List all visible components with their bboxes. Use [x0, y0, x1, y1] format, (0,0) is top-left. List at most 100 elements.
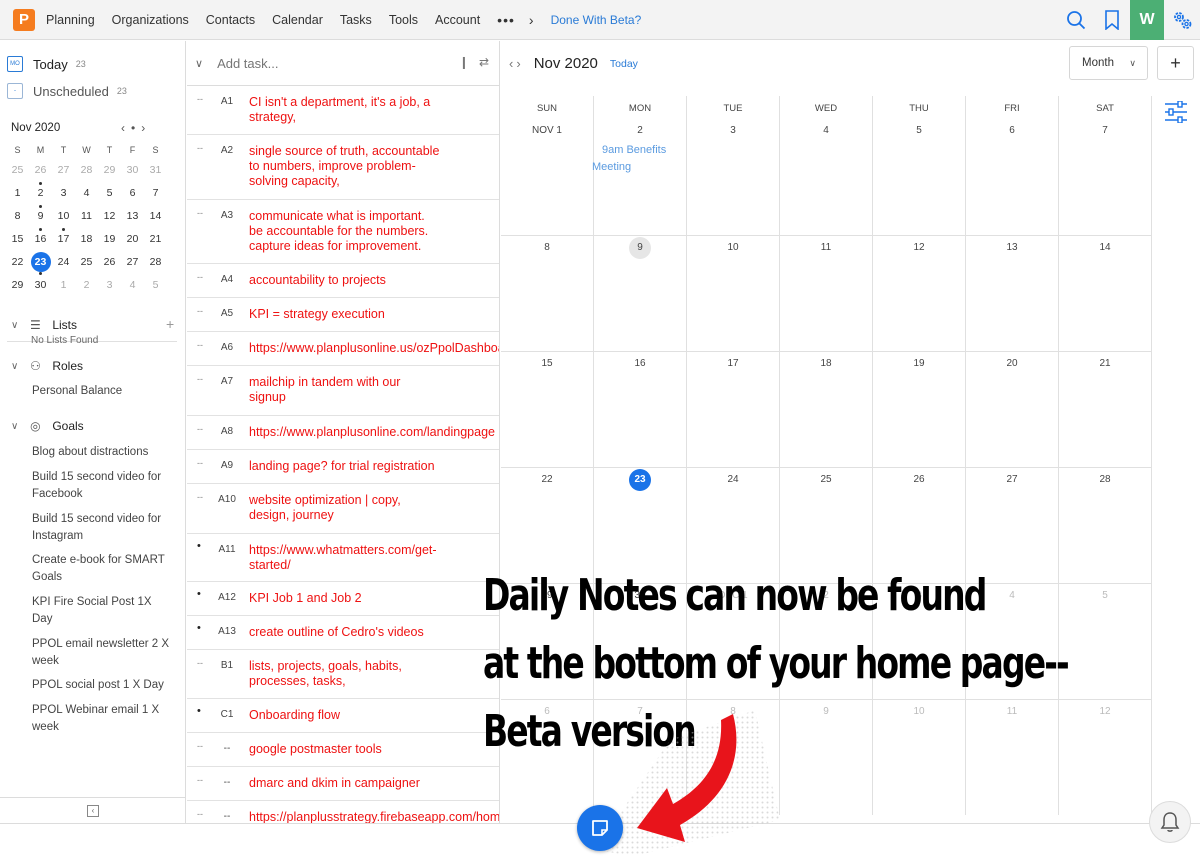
calendar-day[interactable]: 19 [873, 352, 966, 467]
chevron-right-icon[interactable]: › [529, 12, 534, 28]
sidebar-today[interactable]: MO Today 23 [7, 56, 86, 72]
mini-day[interactable]: 18 [75, 233, 98, 245]
calendar-day[interactable]: 2 9am Benefits Meeting [592, 118, 687, 235]
task-text[interactable]: create outline of Cedro's videos [249, 625, 499, 640]
task-row[interactable]: -- A6 https://www.planplusonline.us/ozPp… [187, 332, 499, 366]
calendar-day[interactable]: 18 [780, 352, 873, 467]
task-text[interactable]: CI isn't a department, it's a job, a str… [249, 95, 499, 125]
mini-day[interactable]: 16 [29, 227, 52, 245]
task-status[interactable]: • [197, 622, 205, 634]
calendar-day[interactable]: 17 [687, 352, 780, 467]
task-status[interactable]: • [197, 588, 205, 600]
mini-day-selected[interactable]: 23 [29, 251, 52, 275]
mini-day[interactable]: 27 [121, 256, 144, 268]
task-text[interactable]: https://planplusstrategy.firebaseapp.com… [249, 810, 499, 823]
task-status[interactable]: -- [197, 492, 205, 502]
mini-day[interactable]: 25 [75, 256, 98, 268]
mini-day[interactable]: 19 [98, 233, 121, 245]
mini-day[interactable]: 30 [121, 164, 144, 176]
mini-day[interactable]: 1 [52, 279, 75, 291]
role-item[interactable]: Personal Balance [32, 383, 172, 400]
chevron-down-icon[interactable]: ∨ [195, 57, 203, 70]
calendar-day[interactable]: NOV 1 [501, 118, 594, 235]
goal-item[interactable]: Blog about distractions [32, 444, 172, 461]
app-logo[interactable]: P [13, 8, 35, 31]
chevron-down-icon[interactable]: ∨ [11, 320, 18, 331]
mini-day[interactable]: 15 [6, 233, 29, 245]
goal-item[interactable]: Build 15 second video for Facebook [32, 469, 172, 503]
whatmatters-app-icon[interactable]: W [1130, 0, 1164, 40]
calendar-day[interactable]: 13 [966, 236, 1059, 351]
task-status[interactable]: -- [197, 374, 205, 384]
calendar-day[interactable]: 8 [501, 236, 594, 351]
task-row[interactable]: -- -- https://planplusstrategy.firebasea… [187, 801, 499, 823]
task-text[interactable]: https://www.planplusonline.us/ozPpolDash… [249, 341, 499, 356]
mini-calendar-nav[interactable]: ‹•› [121, 121, 151, 135]
mini-day[interactable]: 30 [29, 279, 52, 291]
mini-day[interactable]: 4 [75, 187, 98, 199]
mini-day[interactable]: 25 [6, 164, 29, 176]
sidebar-unscheduled[interactable]: - Unscheduled 23 [7, 83, 127, 99]
calendar-day[interactable]: 4 [780, 118, 873, 235]
calendar-day[interactable]: 15 [501, 352, 594, 467]
filter-sliders-icon[interactable] [1164, 100, 1188, 128]
calendar-day[interactable]: 20 [966, 352, 1059, 467]
mini-day[interactable]: 17 [52, 227, 75, 245]
collapse-sidebar-icon[interactable]: ‹ [87, 804, 99, 817]
task-status[interactable]: -- [197, 340, 205, 350]
mini-day[interactable]: 27 [52, 164, 75, 176]
mini-day[interactable]: 26 [29, 164, 52, 176]
task-text[interactable]: https://www.planplusonline.com/landingpa… [249, 425, 499, 440]
mini-day[interactable]: 3 [52, 187, 75, 199]
mini-day[interactable]: 28 [144, 256, 167, 268]
done-with-beta-link[interactable]: Done With Beta? [551, 13, 642, 27]
calendar-day[interactable]: 11 [780, 236, 873, 351]
task-status[interactable]: -- [197, 143, 205, 153]
task-status[interactable]: • [197, 540, 205, 552]
nav-calendar[interactable]: Calendar [272, 13, 323, 27]
calendar-day[interactable]: 21 [1059, 352, 1152, 467]
roles-section-header[interactable]: ∨ ⚇ Roles [11, 359, 83, 373]
task-row[interactable]: • C1 Onboarding flow [187, 699, 499, 733]
calendar-day[interactable]: 5 [1059, 584, 1152, 699]
mini-day[interactable]: 5 [144, 279, 167, 291]
calendar-day[interactable]: 16 [594, 352, 687, 467]
task-status[interactable]: -- [197, 809, 205, 819]
task-row[interactable]: -- A8 https://www.planplusonline.com/lan… [187, 416, 499, 450]
settings-gear-icon[interactable] [1164, 0, 1200, 40]
calendar-day[interactable]: 12 [873, 236, 966, 351]
mini-day[interactable]: 22 [6, 256, 29, 268]
calendar-day[interactable]: 27 [966, 468, 1059, 583]
goal-item[interactable]: Build 15 second video for Instagram [32, 511, 172, 545]
calendar-today-link[interactable]: Today [610, 58, 638, 70]
task-text[interactable]: mailchip in tandem with our signup [249, 375, 499, 405]
calendar-day[interactable]: 9 [594, 236, 687, 351]
task-row[interactable]: -- A4 accountability to projects [187, 264, 499, 298]
calendar-day[interactable]: 11 [966, 700, 1059, 815]
task-text[interactable]: communicate what is important. be accoun… [249, 209, 499, 254]
mini-day[interactable]: 28 [75, 164, 98, 176]
task-row[interactable]: -- B1 lists, projects, goals, habits, pr… [187, 650, 499, 699]
goal-item[interactable]: PPOL Webinar email 1 X week [32, 702, 172, 736]
task-status[interactable]: -- [197, 306, 205, 316]
mini-day[interactable]: 26 [98, 256, 121, 268]
chevron-left-icon[interactable]: ‹ [121, 121, 131, 135]
notifications-button[interactable] [1149, 801, 1191, 843]
calendar-prev-next[interactable]: ‹› [509, 56, 524, 71]
mini-day[interactable]: 2 [29, 181, 52, 199]
task-text[interactable]: website optimization | copy, design, jou… [249, 493, 499, 523]
mini-day[interactable]: 11 [75, 210, 98, 222]
mini-day[interactable]: 9 [29, 204, 52, 222]
search-icon[interactable] [1058, 0, 1094, 40]
calendar-day[interactable]: 28 [1059, 468, 1152, 583]
task-row[interactable]: -- A1 CI isn't a department, it's a job,… [187, 86, 499, 135]
mini-day[interactable]: 12 [98, 210, 121, 222]
task-row[interactable]: -- A3 communicate what is important. be … [187, 200, 499, 264]
goal-item[interactable]: PPOL email newsletter 2 X week [32, 636, 172, 670]
calendar-day[interactable]: 3 [687, 118, 780, 235]
task-row[interactable]: -- A5 KPI = strategy execution [187, 298, 499, 332]
nav-tools[interactable]: Tools [389, 13, 418, 27]
mini-day[interactable]: 8 [6, 210, 29, 222]
task-status[interactable]: -- [197, 424, 205, 434]
mini-day[interactable]: 21 [144, 233, 167, 245]
